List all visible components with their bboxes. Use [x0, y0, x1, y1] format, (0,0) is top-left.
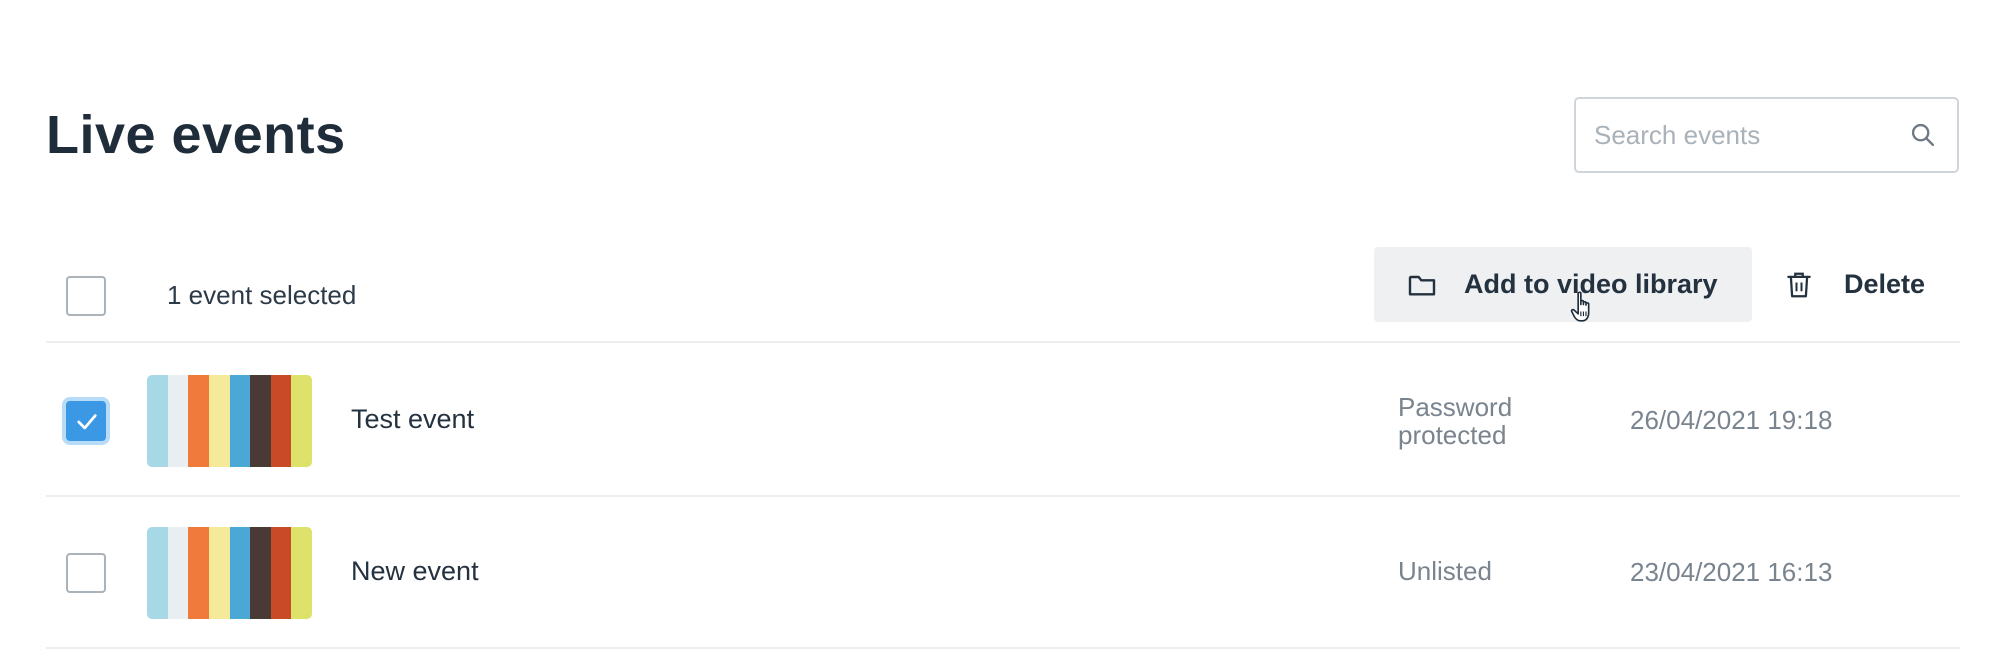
thumbnail-stripe	[270, 527, 292, 619]
search-input[interactable]	[1594, 99, 1894, 171]
event-row-checkbox[interactable]	[66, 553, 106, 593]
folder-icon	[1408, 275, 1436, 296]
thumbnail-stripe	[167, 527, 189, 619]
event-privacy-status: Password protected	[1398, 392, 1513, 450]
thumbnail-stripe	[188, 527, 209, 619]
event-row[interactable]: New event Unlisted 23/04/2021 16:13	[46, 497, 1960, 649]
event-row[interactable]: Test event Password protected 26/04/2021…	[46, 345, 1960, 497]
thumbnail-stripe	[229, 527, 251, 619]
thumbnail-stripe	[250, 375, 271, 467]
event-date: 26/04/2021 19:18	[1630, 405, 1833, 435]
thumbnail-stripe	[291, 375, 312, 467]
event-privacy-status: Unlisted	[1398, 556, 1492, 586]
search-icon[interactable]	[1909, 121, 1937, 149]
event-date: 23/04/2021 16:13	[1630, 557, 1833, 587]
thumbnail-stripe	[208, 527, 230, 619]
thumbnail-stripe	[147, 375, 168, 467]
trash-icon	[1787, 272, 1811, 297]
thumbnail-stripe	[250, 527, 271, 619]
thumbnail-stripe	[270, 375, 292, 467]
event-thumbnail	[147, 527, 312, 619]
bulk-actions-toolbar: 1 event selected Add to video library De…	[46, 244, 1960, 343]
event-row-checkbox[interactable]	[66, 401, 106, 441]
delete-label: Delete	[1844, 269, 1926, 299]
thumbnail-stripe	[229, 375, 251, 467]
select-all-checkbox[interactable]	[66, 276, 106, 316]
thumbnail-stripe	[167, 375, 189, 467]
thumbnail-stripe	[147, 527, 168, 619]
search-box[interactable]	[1574, 97, 1959, 173]
add-to-video-library-button[interactable]: Add to video library	[1374, 247, 1752, 322]
hand-cursor-icon	[1570, 291, 1590, 322]
checkmark-icon	[77, 414, 97, 430]
thumbnail-stripe	[188, 375, 209, 467]
event-name[interactable]: New event	[351, 556, 479, 587]
thumbnail-stripe	[291, 527, 312, 619]
event-name[interactable]: Test event	[351, 404, 474, 435]
thumbnail-stripe	[208, 375, 230, 467]
page-title: Live events	[46, 105, 346, 165]
delete-button[interactable]: Delete	[1784, 247, 1925, 322]
selected-count-label: 1 event selected	[167, 280, 357, 310]
event-thumbnail	[147, 375, 312, 467]
